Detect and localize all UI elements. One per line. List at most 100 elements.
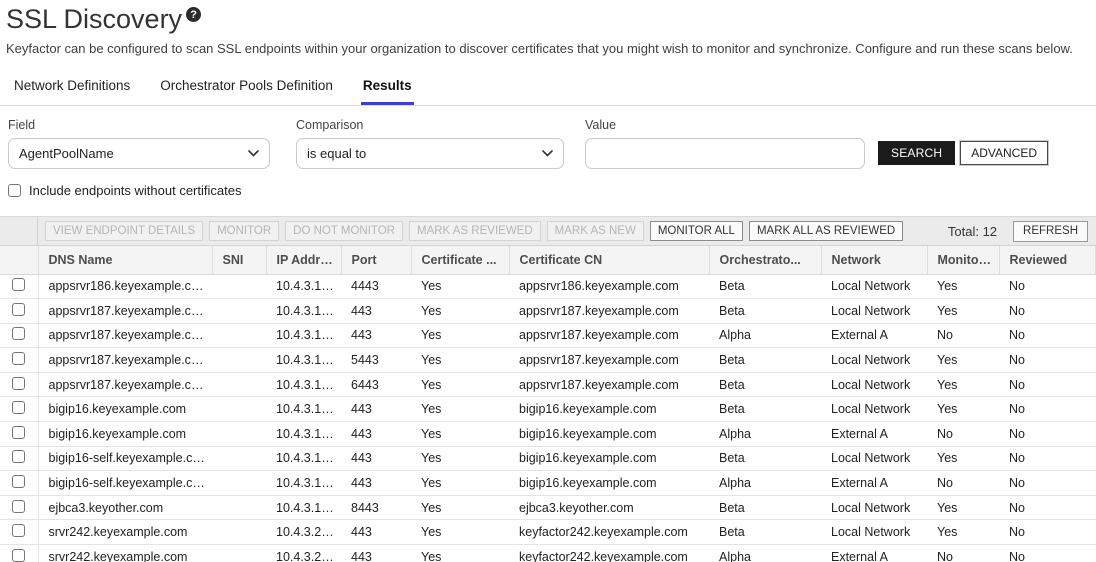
table-row[interactable]: ejbca3.keyother.com10.4.3.1848443Yesejbc… [0,495,1096,520]
value-input[interactable] [585,138,865,169]
cell-dns: srvr242.keyexample.com [38,545,212,562]
table-row[interactable]: appsrvr186.keyexample.com10.4.3.1864443Y… [0,274,1096,299]
cell-monitored: Yes [927,348,999,373]
cell-sni [212,397,266,422]
help-icon[interactable]: ? [186,7,201,22]
search-form: Field AgentPoolName Comparison is equal … [0,106,1096,169]
table-row[interactable]: srvr242.keyexample.com10.4.3.242443Yeske… [0,520,1096,545]
cell-dns: appsrvr187.keyexample.com [38,299,212,324]
cell-sni [212,446,266,471]
column-header-dns-name[interactable]: DNS Name [38,246,212,274]
cell-orchestrator: Alpha [709,422,821,447]
select-all-header [0,246,38,274]
field-select[interactable]: AgentPoolName [8,138,270,169]
cell-network: Local Network [821,299,927,324]
row-checkbox[interactable] [12,450,25,463]
cell-dns: srvr242.keyexample.com [38,520,212,545]
column-header-sni[interactable]: SNI [212,246,266,274]
row-checkbox-cell [0,323,38,348]
cell-ip: 10.4.3.176 [266,446,341,471]
cell-cert-found: Yes [411,495,509,520]
cell-network: External A [821,323,927,348]
row-checkbox-cell [0,545,38,562]
table-row[interactable]: appsrvr187.keyexample.com10.4.3.1876443Y… [0,372,1096,397]
cell-cert-cn: bigip16.keyexample.com [509,397,709,422]
row-checkbox[interactable] [12,500,25,513]
column-header-reviewed[interactable]: Reviewed [999,246,1096,274]
cell-orchestrator: Alpha [709,323,821,348]
cell-monitored: Yes [927,299,999,324]
cell-sni [212,299,266,324]
cell-dns: appsrvr186.keyexample.com [38,274,212,299]
chevron-down-icon [542,150,553,157]
table-row[interactable]: srvr242.keyexample.com10.4.3.242443Yeske… [0,545,1096,562]
cell-port: 8443 [341,495,411,520]
table-row[interactable]: appsrvr187.keyexample.com10.4.3.1875443Y… [0,348,1096,373]
column-header-certificate-cn[interactable]: Certificate CN [509,246,709,274]
row-checkbox[interactable] [12,549,25,562]
table-row[interactable]: bigip16-self.keyexample.com10.4.3.176443… [0,446,1096,471]
cell-cert-found: Yes [411,520,509,545]
view-endpoint-details-button: VIEW ENDPOINT DETAILS [45,221,203,241]
search-button[interactable]: SEARCH [878,141,955,165]
row-checkbox[interactable] [12,401,25,414]
column-header-certificate[interactable]: Certificate ... [411,246,509,274]
cell-port: 443 [341,471,411,496]
table-row[interactable]: appsrvr187.keyexample.com10.4.3.187443Ye… [0,299,1096,324]
cell-monitored: Yes [927,274,999,299]
cell-reviewed: No [999,274,1096,299]
cell-ip: 10.4.3.175 [266,397,341,422]
row-checkbox-cell [0,446,38,471]
table-row[interactable]: appsrvr187.keyexample.com10.4.3.187443Ye… [0,323,1096,348]
column-header-network[interactable]: Network [821,246,927,274]
cell-cert-cn: bigip16.keyexample.com [509,446,709,471]
comparison-select-value: is equal to [307,146,366,161]
advanced-button[interactable]: ADVANCED [960,141,1048,165]
row-checkbox[interactable] [12,278,25,291]
row-checkbox[interactable] [12,327,25,340]
include-endpoints-label: Include endpoints without certificates [29,183,241,198]
cell-cert-found: Yes [411,348,509,373]
row-checkbox[interactable] [12,426,25,439]
cell-port: 4443 [341,274,411,299]
include-endpoints-row: Include endpoints without certificates [0,169,1096,198]
monitor-all-button[interactable]: MONITOR ALL [650,221,743,241]
cell-orchestrator: Beta [709,495,821,520]
cell-orchestrator: Beta [709,274,821,299]
table-row[interactable]: bigip16.keyexample.com10.4.3.175443Yesbi… [0,422,1096,447]
tabs-container: Network Definitions Orchestrator Pools De… [12,72,1096,105]
row-checkbox[interactable] [12,352,25,365]
comparison-select[interactable]: is equal to [296,138,564,169]
table-row[interactable]: bigip16-self.keyexample.com10.4.3.176443… [0,471,1096,496]
cell-network: External A [821,545,927,562]
include-endpoints-checkbox[interactable] [8,184,21,197]
column-header-orchestrato[interactable]: Orchestrato... [709,246,821,274]
mark-all-as-reviewed-button[interactable]: MARK ALL AS REVIEWED [749,221,903,241]
tab-network-definitions[interactable]: Network Definitions [12,72,132,105]
row-checkbox[interactable] [12,303,25,316]
cell-sni [212,545,266,562]
column-header-monitored[interactable]: Monitored [927,246,999,274]
tab-orchestrator-pools-definition[interactable]: Orchestrator Pools Definition [158,72,335,105]
cell-cert-cn: appsrvr187.keyexample.com [509,348,709,373]
row-checkbox[interactable] [12,475,25,488]
column-header-ip-address[interactable]: IP Address [266,246,341,274]
cell-cert-found: Yes [411,422,509,447]
row-checkbox[interactable] [12,377,25,390]
table-row[interactable]: bigip16.keyexample.com10.4.3.175443Yesbi… [0,397,1096,422]
cell-orchestrator: Alpha [709,545,821,562]
row-checkbox-cell [0,397,38,422]
refresh-button[interactable]: REFRESH [1013,221,1088,242]
cell-reviewed: No [999,323,1096,348]
column-header-port[interactable]: Port [341,246,411,274]
row-checkbox[interactable] [12,524,25,537]
cell-cert-cn: appsrvr186.keyexample.com [509,274,709,299]
cell-cert-found: Yes [411,299,509,324]
row-checkbox-cell [0,495,38,520]
cell-network: Local Network [821,446,927,471]
field-select-value: AgentPoolName [19,146,114,161]
tab-results[interactable]: Results [361,72,414,105]
cell-cert-cn: bigip16.keyexample.com [509,422,709,447]
cell-port: 443 [341,545,411,562]
cell-cert-cn: appsrvr187.keyexample.com [509,372,709,397]
